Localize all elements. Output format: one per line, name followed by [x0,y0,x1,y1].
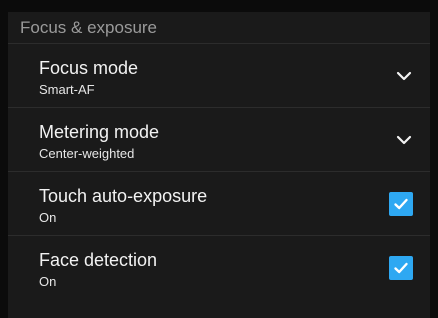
section-title: Focus & exposure [20,17,158,37]
section-header: Focus & exposure [8,12,430,44]
setting-face-detection[interactable]: Face detection On [8,236,430,300]
setting-title: Touch auto-exposure [39,186,208,206]
setting-value: Center-weighted [39,146,135,161]
setting-value: On [39,210,57,225]
chevron-down-icon[interactable] [394,66,414,86]
setting-touch-auto-exposure[interactable]: Touch auto-exposure On [8,172,430,236]
screen: Focus & exposure Focus mode Smart-AF Met… [0,0,438,318]
face-detection-checkbox[interactable] [389,256,413,280]
setting-title: Focus mode [39,58,139,78]
settings-panel: Focus & exposure Focus mode Smart-AF Met… [8,12,430,318]
setting-title: Metering mode [39,122,160,142]
setting-title: Face detection [39,250,158,270]
chevron-down-icon[interactable] [394,130,414,150]
checkmark-icon [394,198,408,210]
touch-auto-exposure-checkbox[interactable] [389,192,413,216]
setting-value: On [39,274,57,289]
setting-focus-mode[interactable]: Focus mode Smart-AF [8,44,430,108]
setting-value: Smart-AF [39,82,95,97]
setting-metering-mode[interactable]: Metering mode Center-weighted [8,108,430,172]
checkmark-icon [394,262,408,274]
